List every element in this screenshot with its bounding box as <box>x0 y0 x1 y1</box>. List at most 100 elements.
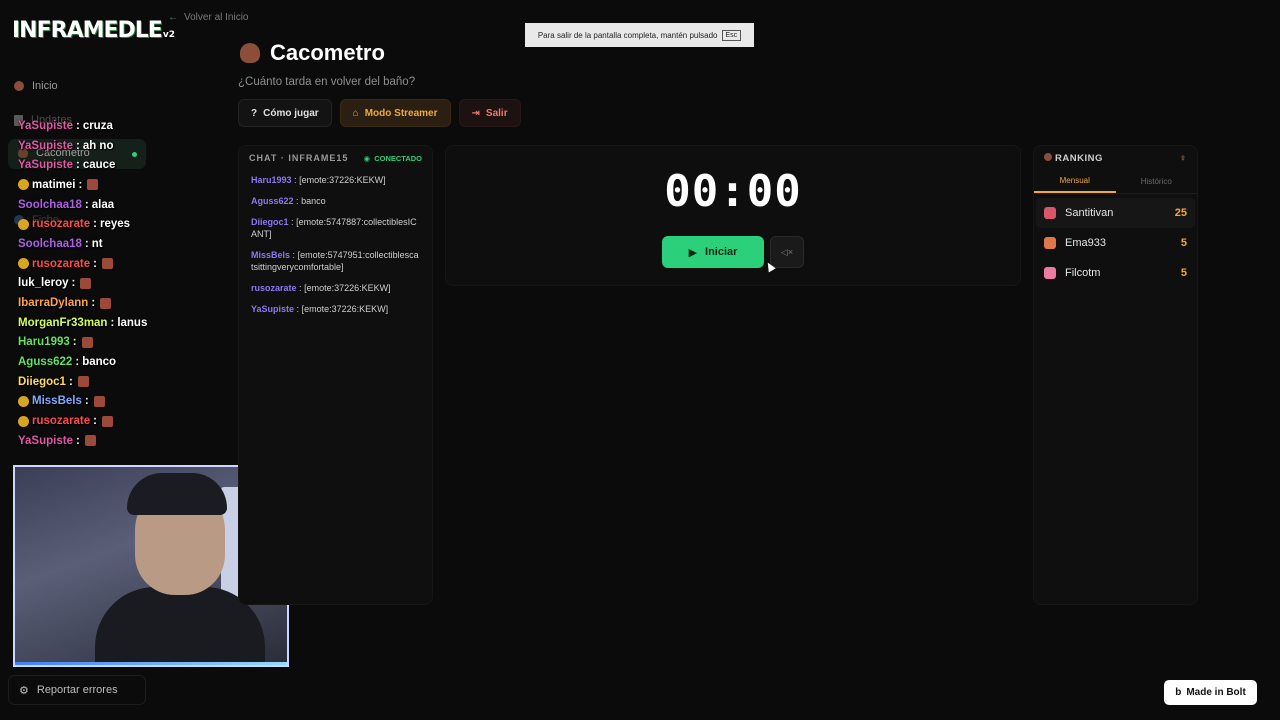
fullscreen-banner-text: Para salir de la pantalla completa, mant… <box>537 30 718 40</box>
ranking-player-score: 5 <box>1180 267 1187 279</box>
streamer-mode-button[interactable]: ⌂ Modo Streamer <box>339 99 451 127</box>
overlay-chat-user: IbarraDylann <box>18 297 89 310</box>
ranking-tabs: Mensual Histórico <box>1034 170 1197 194</box>
ranking-player-score: 5 <box>1180 237 1187 249</box>
exit-button[interactable]: ⇥ Salir <box>458 99 521 127</box>
overlay-chat-line: rusozarate: reyes <box>18 214 218 234</box>
sub-badge-icon <box>18 218 29 230</box>
webcam-border-bar <box>15 662 287 665</box>
overlay-chat-separator: : <box>110 316 115 329</box>
wifi-icon: ◉ <box>363 153 371 163</box>
start-button[interactable]: ▶ Iniciar <box>662 236 764 268</box>
made-in-bolt-label: Made in Bolt <box>1186 687 1246 698</box>
ranking-player-name: Santitivan <box>1065 207 1114 219</box>
exit-label: Salir <box>485 107 508 119</box>
chat-message: Diiegoc1 : [emote:5747887:collectiblesIC… <box>251 216 420 240</box>
overlay-chat-user: Diiegoc1 <box>18 375 66 388</box>
timer-panel: 00:00 ▶ Iniciar ◁× <box>445 145 1021 286</box>
chat-message-separator: : <box>294 175 297 185</box>
made-in-bolt-badge[interactable]: b Made in Bolt <box>1164 680 1257 705</box>
help-circle-icon: ? <box>251 107 258 119</box>
how-to-play-label: Cómo jugar <box>263 107 319 119</box>
poop-icon <box>1044 152 1052 161</box>
how-to-play-button[interactable]: ? Cómo jugar <box>238 99 332 127</box>
ranking-panel: RANKING ♀ Mensual Histórico Santitivan 25… <box>1033 145 1198 605</box>
lock-icon: ⌂ <box>352 107 359 119</box>
overlay-chat-user: YaSupiste <box>18 159 73 172</box>
overlay-chat-line: YaSupiste: cruza <box>18 116 218 136</box>
chat-message-separator: : <box>296 304 300 314</box>
back-link[interactable]: ← Volver al Inicio <box>168 12 248 23</box>
overlay-chat-line: Aguss622: banco <box>18 352 218 372</box>
chat-message: Aguss622 : banco <box>251 195 420 207</box>
overlay-chat-line: rusozarate: <box>18 411 218 431</box>
emote-icon <box>100 297 112 309</box>
chat-message-user: rusozarate <box>251 283 297 293</box>
sub-badge-icon <box>18 415 29 427</box>
esc-key: Esc <box>721 29 742 41</box>
page-subtitle: ¿Cuánto tarda en volver del baño? <box>238 76 416 88</box>
house-icon <box>14 81 24 91</box>
tab-historico[interactable]: Histórico <box>1116 170 1198 193</box>
chat-message-user: Haru1993 <box>251 175 292 185</box>
chat-message-text: [emote:37226:KEKW] <box>304 283 391 293</box>
logo[interactable]: INFRAMEDLEv2 <box>12 18 175 43</box>
overlay-chat-line: IbarraDylann: <box>18 293 218 313</box>
emote-icon <box>102 415 114 427</box>
fullscreen-banner: Para salir de la pantalla completa, mant… <box>525 23 754 47</box>
stream-chat-overlay: YaSupiste: cruza YaSupiste: ah no YaSupiste:… <box>18 116 218 451</box>
chat-message-separator: : <box>299 283 302 293</box>
chat-message-separator: : <box>296 196 299 206</box>
overlay-chat-user: Soolchaa18 <box>18 237 82 250</box>
emote-icon <box>87 179 99 191</box>
overlay-chat-separator: : <box>84 237 89 250</box>
sidebar-item-label: Inicio <box>32 80 58 92</box>
sidebar-item-inicio[interactable]: Inicio <box>14 80 58 92</box>
overlay-chat-separator: : <box>84 198 89 211</box>
overlay-chat-user: matimei <box>32 178 76 191</box>
overlay-chat-separator: : <box>75 434 80 447</box>
player-avatar-icon <box>1044 267 1056 279</box>
overlay-chat-line: YaSupiste: <box>18 431 218 451</box>
overlay-chat-line: luk_leroy: <box>18 274 218 294</box>
logo-text: INFRAMEDLE <box>12 18 163 43</box>
chat-message: rusozarate : [emote:37226:KEKW] <box>251 282 420 294</box>
emote-icon <box>77 376 89 388</box>
report-errors-button[interactable]: ⚙ Reportar errores <box>8 675 146 705</box>
sub-badge-icon <box>18 179 29 191</box>
overlay-chat-separator: : <box>84 395 89 408</box>
arrow-left-icon: ← <box>168 12 178 23</box>
chat-message-list: Haru1993 : [emote:37226:KEKW] Aguss622 : … <box>239 170 432 328</box>
chat-message: MissBels : [emote:5747951:collectiblesca… <box>251 249 420 273</box>
overlay-chat-line: matimei: <box>18 175 218 195</box>
mute-button[interactable]: ◁× <box>770 236 804 268</box>
tab-mensual[interactable]: Mensual <box>1034 170 1116 193</box>
overlay-chat-user: rusozarate <box>32 218 91 231</box>
streamer-mode-label: Modo Streamer <box>364 107 438 119</box>
overlay-chat-user: rusozarate <box>32 257 91 270</box>
ranking-title: RANKING <box>1055 152 1103 164</box>
overlay-chat-separator: : <box>75 356 80 369</box>
chat-message-text: [emote:37226:KEKW] <box>301 304 389 314</box>
ranking-header: RANKING ♀ <box>1034 146 1197 170</box>
overlay-chat-line: MorganFr33man: lanus <box>18 313 218 333</box>
page-title: Cacometro <box>270 40 385 65</box>
overlay-chat-text: ah no <box>82 139 114 152</box>
overlay-chat-line: rusozarate: <box>18 254 218 274</box>
overlay-chat-separator: : <box>75 119 80 132</box>
overlay-chat-text: reyes <box>100 218 131 231</box>
ranking-row: Santitivan 25 <box>1036 198 1195 228</box>
trophy-icon[interactable]: ♀ <box>1179 153 1187 164</box>
chat-message-user: Aguss622 <box>251 196 294 206</box>
overlay-chat-user: MissBels <box>32 395 82 408</box>
overlay-chat-user: rusozarate <box>32 415 91 428</box>
back-link-label: Volver al Inicio <box>184 12 249 23</box>
overlay-chat-line: YaSupiste: cauce <box>18 155 218 175</box>
overlay-chat-user: Aguss622 <box>18 356 73 369</box>
chat-panel: CHAT · INFRAME15 ◉ CONECTADO Haru1993 : … <box>238 145 433 605</box>
volume-mute-icon: ◁× <box>780 246 794 257</box>
emote-icon <box>102 258 114 270</box>
sub-badge-icon <box>18 395 29 407</box>
overlay-chat-separator: : <box>72 336 77 349</box>
chat-message-separator: : <box>291 217 294 227</box>
